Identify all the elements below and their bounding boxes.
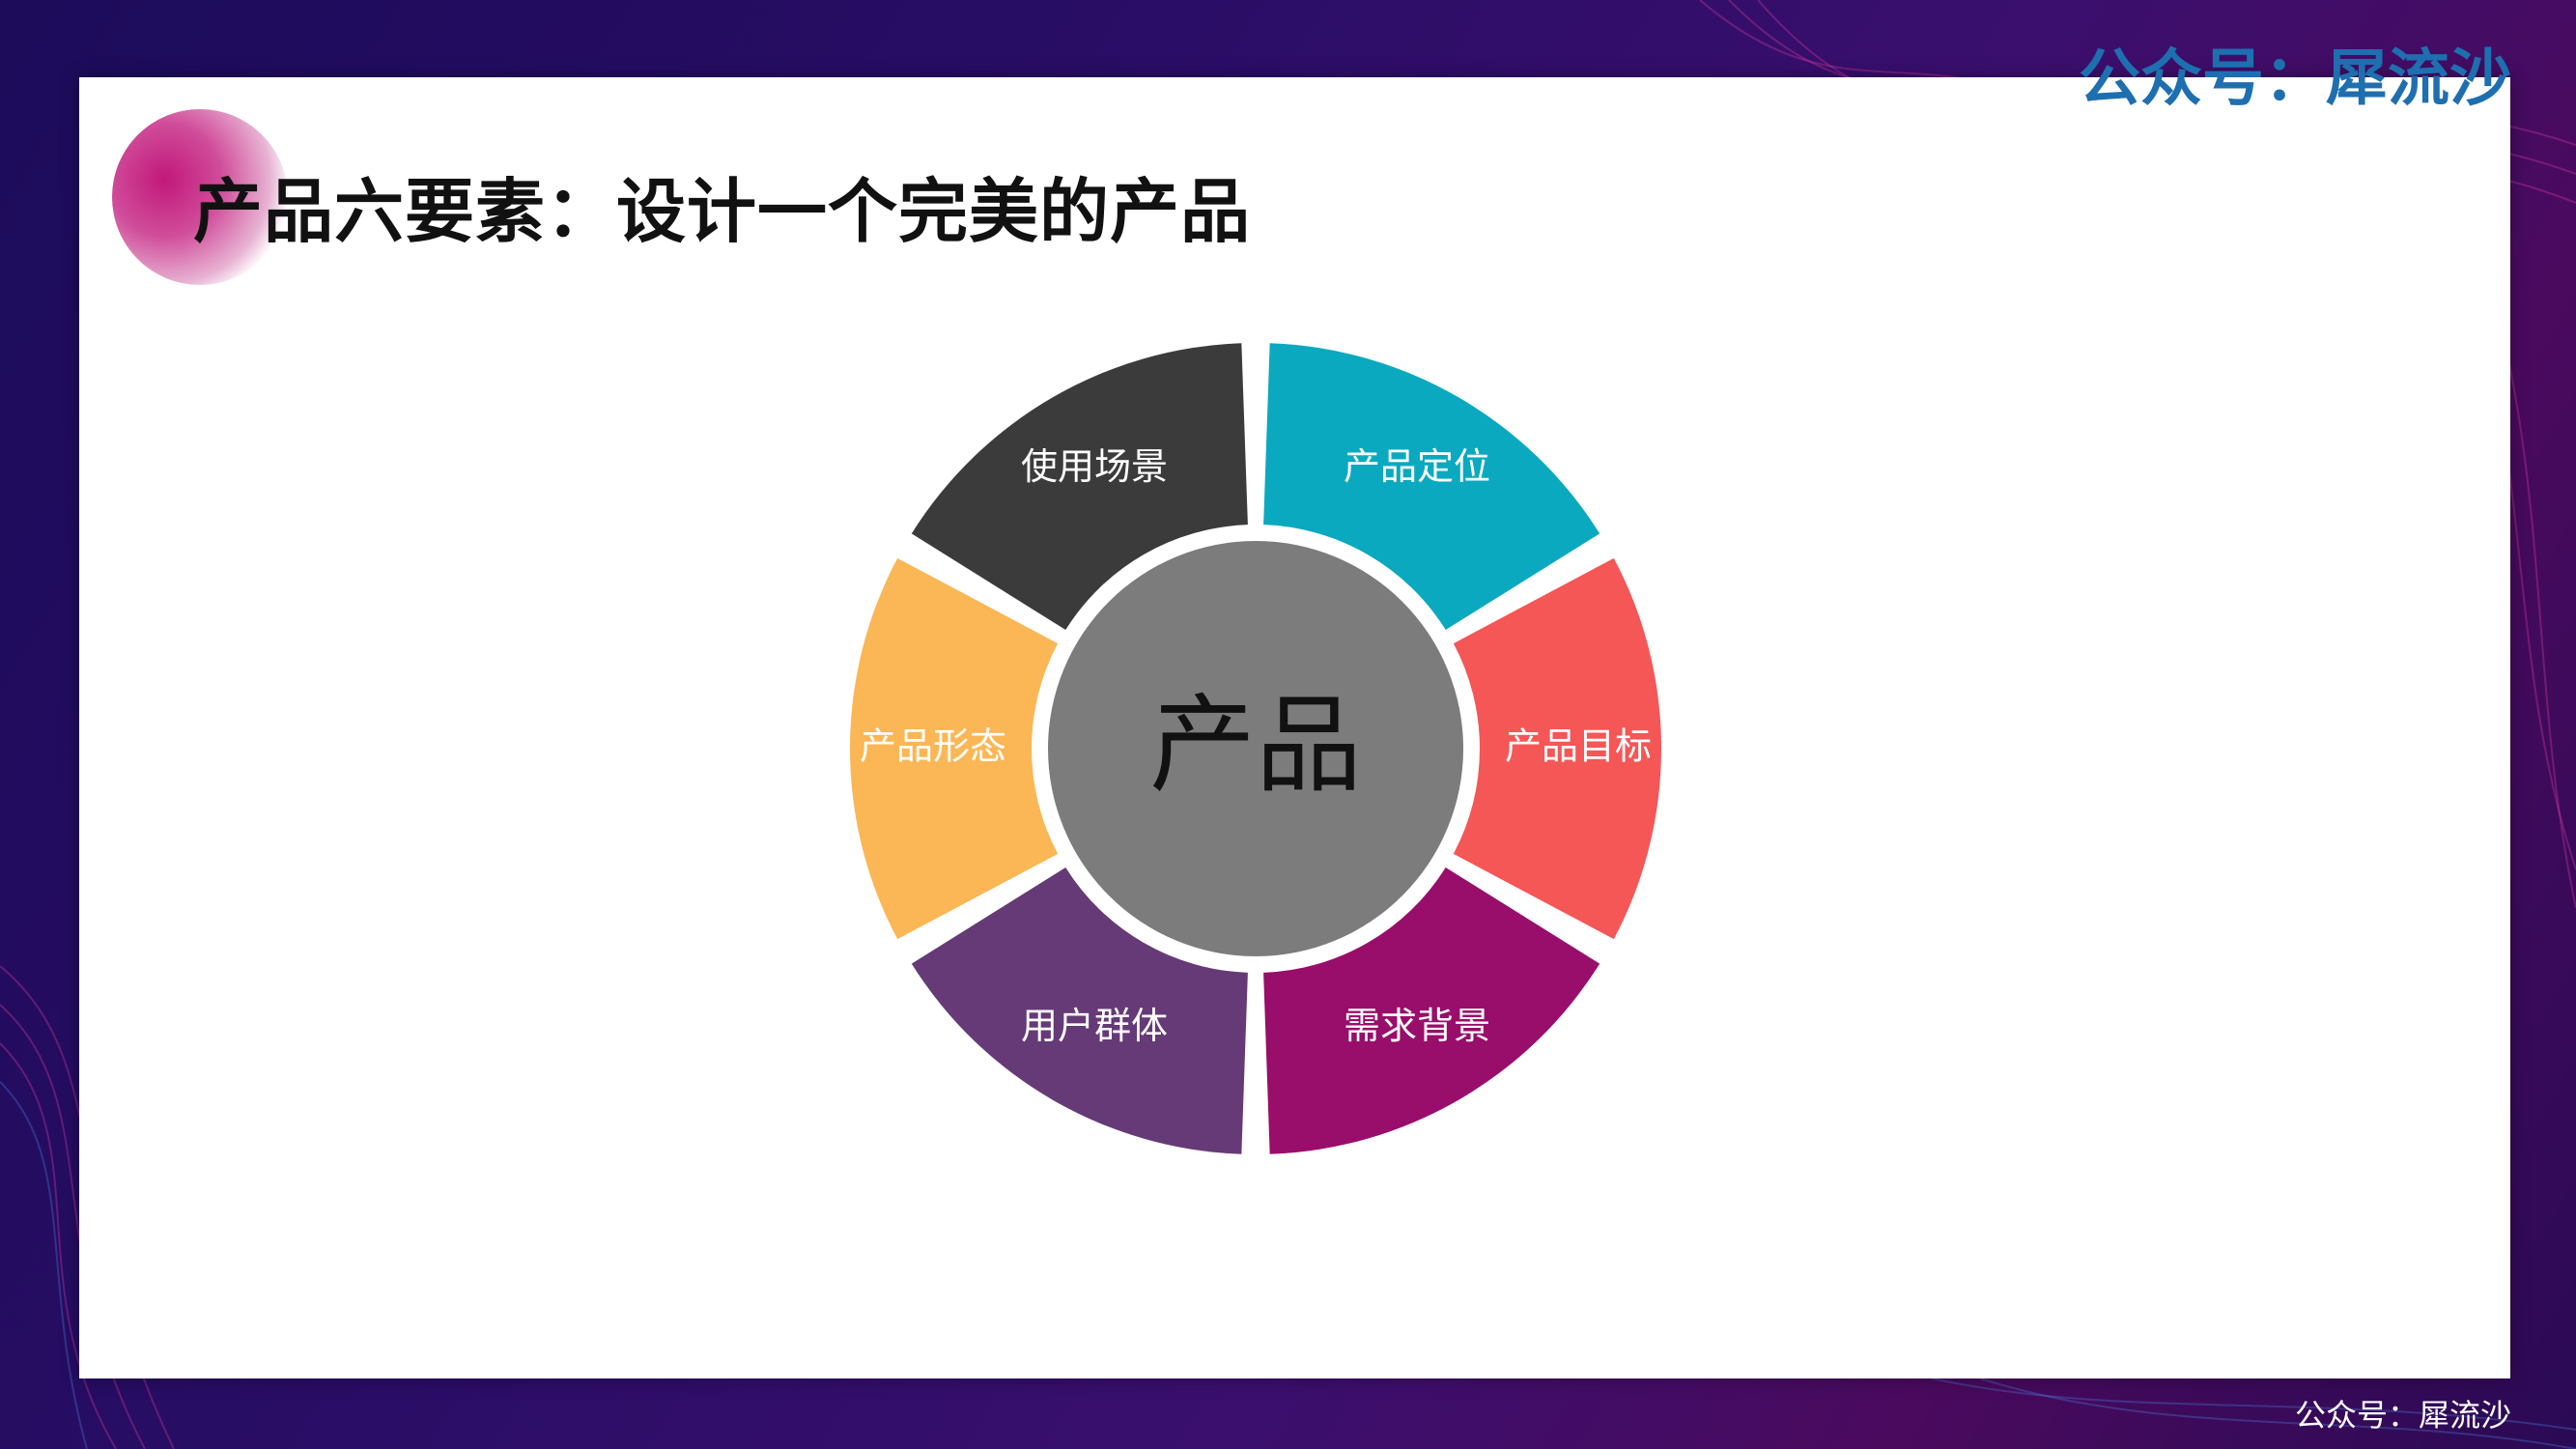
segment-label-user-group: 用户群体 (1021, 1005, 1168, 1047)
segment-label-goal: 产品目标 (1505, 725, 1652, 768)
segment-label-positioning: 产品定位 (1344, 445, 1490, 488)
segment-label-scenario: 使用场景 (1021, 445, 1168, 488)
six-elements-ring-diagram: 产品定位产品目标需求背景 用户群体 产品形态 使用场景产品 (849, 343, 1661, 1154)
center-label: 产品 (1149, 683, 1362, 807)
segment-label-form: 产品形态 (860, 725, 1006, 768)
segment-label-demand-background: 需求背景 (1344, 1005, 1490, 1047)
slide-background: 产品六要素：设计一个完美的产品 公众号：犀流沙 公众号：犀流沙 产品定位 产品目标… (0, 0, 2576, 1449)
